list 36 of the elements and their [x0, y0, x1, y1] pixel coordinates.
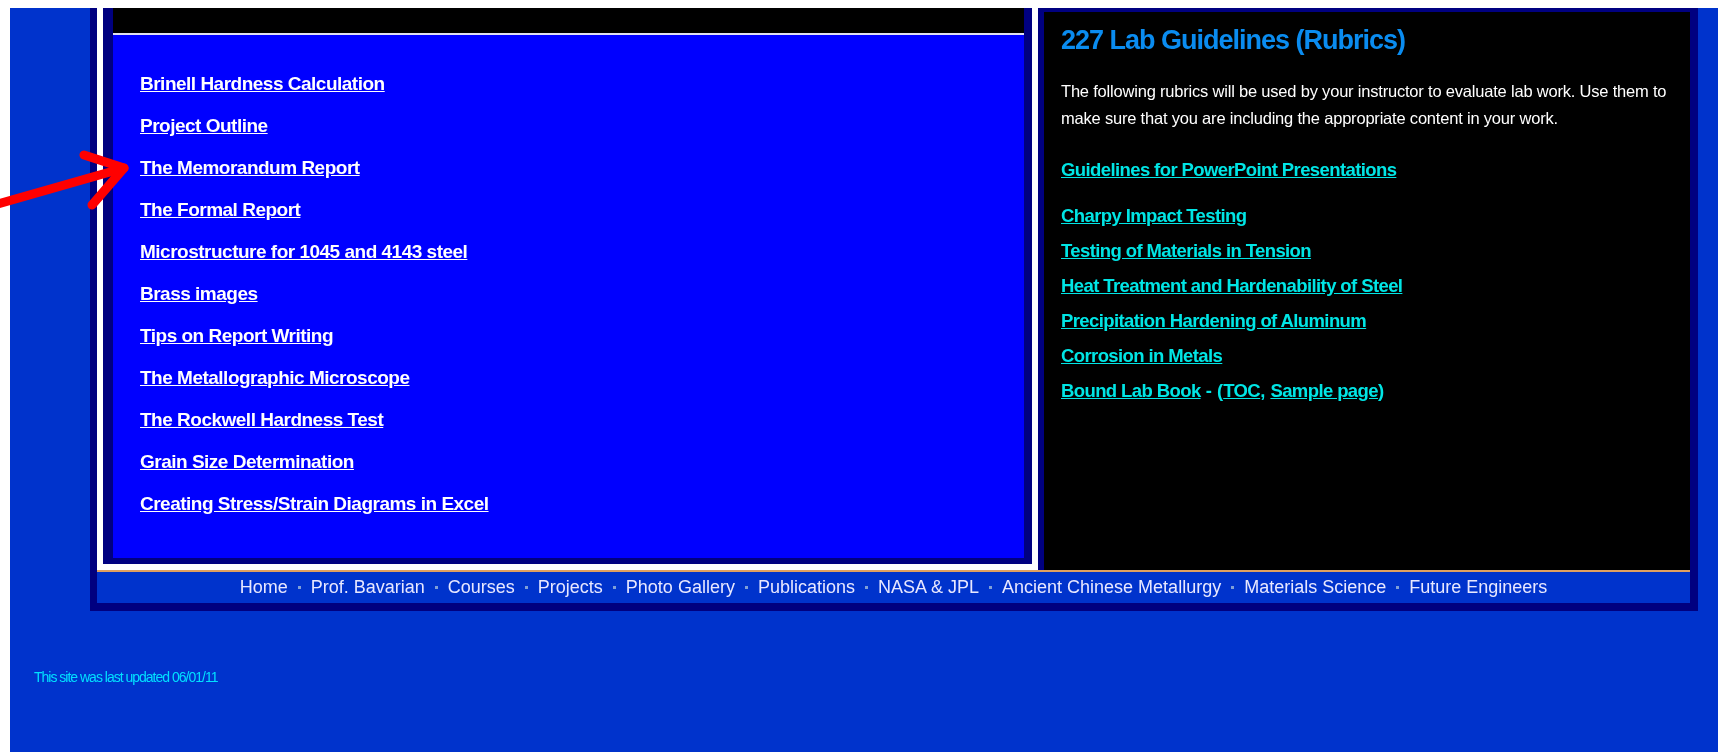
nav-link[interactable]: Tips on Report Writing: [140, 323, 334, 348]
punctuation-text: ,: [1260, 380, 1267, 401]
footer-link[interactable]: Home: [239, 577, 288, 598]
nav-link[interactable]: The Rockwell Hardness Test: [140, 407, 384, 432]
nav-link[interactable]: Microstructure for 1045 and 4143 steel: [140, 239, 468, 264]
punctuation-text: ): [1377, 380, 1385, 401]
section-title: 227 Lab Guidelines (Rubrics): [1061, 24, 1407, 56]
footer-link[interactable]: Courses: [447, 577, 515, 598]
rubric-link[interactable]: Testing of Materials in Tension: [1061, 240, 1312, 261]
footer-link[interactable]: Photo Gallery: [625, 577, 735, 598]
last-updated-text: This site was last updated 06/01/11: [34, 669, 219, 685]
footer-link[interactable]: Projects: [537, 577, 603, 598]
punctuation-text: - (: [1204, 380, 1224, 401]
nav-link[interactable]: The Memorandum Report: [140, 155, 360, 180]
footer-link[interactable]: NASA & JPL: [877, 577, 980, 598]
nav-link[interactable]: Grain Size Determination: [140, 449, 354, 474]
nav-link[interactable]: Creating Stress/Strain Diagrams in Excel: [140, 491, 489, 516]
rubric-link[interactable]: Bound Lab Book: [1061, 380, 1201, 401]
rubric-link[interactable]: Charpy Impact Testing: [1061, 205, 1247, 226]
nav-link[interactable]: Brinell Hardness Calculation: [140, 71, 385, 96]
footer-link[interactable]: Publications: [757, 577, 855, 598]
nav-link[interactable]: Brass images: [140, 281, 258, 306]
rubric-link[interactable]: Guidelines for PowerPoint Presentations: [1061, 159, 1397, 180]
footer-link[interactable]: Materials Science: [1244, 577, 1387, 598]
nav-link[interactable]: The Metallographic Microscope: [140, 365, 410, 390]
footer-link[interactable]: Prof. Bavarian: [310, 577, 425, 598]
rubric-link[interactable]: Corrosion in Metals: [1061, 345, 1223, 366]
rubric-link[interactable]: TOC: [1223, 380, 1261, 401]
footer-link[interactable]: Future Engineers: [1409, 577, 1548, 598]
footer-link[interactable]: Ancient Chinese Metallurgy: [1002, 577, 1222, 598]
rubric-link[interactable]: Heat Treatment and Hardenability of Steel: [1061, 275, 1403, 296]
rubric-link[interactable]: Sample page: [1270, 380, 1378, 401]
nav-link[interactable]: The Formal Report: [140, 197, 301, 222]
rubric-link[interactable]: Precipitation Hardening of Aluminum: [1061, 310, 1367, 331]
nav-link[interactable]: Project Outline: [140, 113, 268, 138]
intro-paragraph: The following rubrics will be used by your instructor to evaluate lab work. Use them to make sure that you are including the appropriate content in your work.: [1061, 81, 1668, 129]
